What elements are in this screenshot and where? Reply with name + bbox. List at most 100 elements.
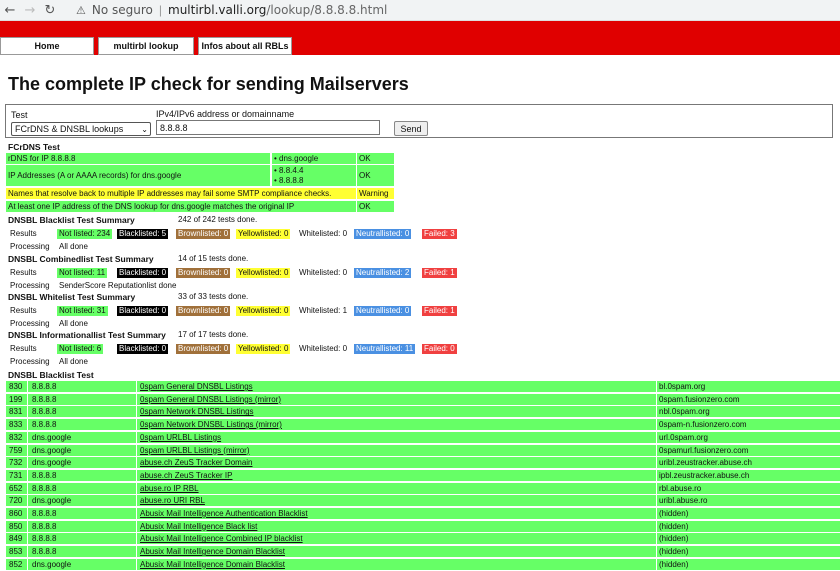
security-indicator[interactable]: ⚠ No seguro — [76, 3, 153, 17]
fcrdns-match-text: At least one IP address of the DNS looku… — [6, 201, 356, 212]
badge-failed: Failed: 1 — [422, 306, 457, 316]
url-host: multirbl.valli.org — [168, 3, 267, 17]
badge-yellowlisted: Yellowlisted: 0 — [236, 306, 291, 316]
row-query: 8.8.8.8 — [32, 521, 57, 531]
row-zone: ipbl.zeustracker.abuse.ch — [659, 470, 750, 480]
row-id: 199 — [9, 394, 23, 404]
column-divider — [656, 520, 657, 533]
table-row: 831 8.8.8.8 0spam Network DNSBL Listings nb… — [6, 406, 840, 419]
row-list-name-link[interactable]: abuse.ro IP RBL — [140, 483, 199, 495]
row-list-name-link[interactable]: abuse.ch ZeuS Tracker Domain — [140, 457, 253, 469]
row-zone: url.0spam.org — [659, 432, 708, 442]
row-list-name-link[interactable]: 0spam URLBL Listings — [140, 432, 221, 444]
column-divider — [136, 406, 137, 419]
row-list-name-link[interactable]: 0spam URLBL Listings (mirror) — [140, 445, 250, 457]
row-query: dns.google — [32, 458, 72, 468]
row-zone: nbl.0spam.org — [659, 407, 710, 417]
row-list-name-link[interactable]: 0spam General DNSBL Listings — [140, 381, 253, 393]
row-list-name-link[interactable]: Abusix Mail Intelligence Authentication … — [140, 508, 308, 520]
row-list-name-link[interactable]: 0spam General DNSBL Listings (mirror) — [140, 394, 281, 406]
column-divider — [136, 393, 137, 406]
column-divider — [27, 482, 28, 495]
badge-yellowlisted: Yellowlisted: 0 — [236, 268, 291, 278]
column-divider — [136, 558, 137, 571]
column-divider — [656, 533, 657, 546]
summary-results-label: Results — [10, 268, 37, 277]
column-divider — [136, 419, 137, 432]
send-button[interactable]: Send — [394, 121, 428, 136]
test-label: Test — [11, 110, 28, 120]
row-list-name-link[interactable]: Abusix Mail Intelligence Domain Blacklis… — [140, 546, 285, 558]
column-divider — [656, 546, 657, 559]
badge-whitelisted: Whitelisted: 1 — [297, 306, 350, 316]
badge-failed: Failed: 0 — [422, 344, 457, 354]
summary-title: DNSBL Informationallist Test Summary — [8, 330, 166, 340]
table-row: 833 8.8.8.8 0spam Network DNSBL Listings (… — [6, 419, 840, 432]
summary-results-label: Results — [10, 229, 37, 238]
summary-title: DNSBL Combinedlist Test Summary — [8, 254, 154, 264]
summary-results-label: Results — [10, 344, 37, 353]
row-id: 732 — [9, 458, 23, 468]
table-row: 720 dns.google abuse.ro URI RBL uribl.abuse… — [6, 495, 840, 508]
warning-triangle-icon: ⚠ — [76, 3, 86, 17]
column-divider — [136, 508, 137, 520]
row-list-name-link[interactable]: abuse.ro URI RBL — [140, 495, 205, 507]
page-title: The complete IP check for sending Mailse… — [8, 74, 409, 94]
badge-blacklisted: Blacklisted: 0 — [117, 268, 169, 278]
fcrdns-warning-result: Warning — [357, 188, 394, 199]
row-list-name-link[interactable]: Abusix Mail Intelligence Domain Blacklis… — [140, 559, 285, 571]
fcrdns-title: FCrDNS Test — [8, 142, 60, 152]
menu-multirbl-lookup[interactable]: multirbl lookup — [98, 37, 194, 55]
column-divider — [27, 520, 28, 533]
row-list-name-link[interactable]: abuse.ch ZeuS Tracker IP — [140, 470, 233, 482]
row-list-name-link[interactable]: 0spam Network DNSBL Listings (mirror) — [140, 419, 282, 431]
row-id: 831 — [9, 407, 23, 417]
reload-icon[interactable]: ↻ — [40, 3, 60, 18]
fcrdns-match-result: OK — [357, 201, 394, 212]
badge-not-listed: Not listed: 234 — [57, 229, 113, 239]
fcrdns-ip-result: OK — [357, 165, 394, 186]
fcrdns-ip-values: • 8.8.4.4 • 8.8.8.8 — [272, 165, 356, 186]
summary-processing-label: Processing — [10, 319, 50, 328]
test-select[interactable]: FCrDNS & DNSBL lookups ⌄ — [11, 122, 151, 136]
blacklist-table-title: DNSBL Blacklist Test — [8, 370, 94, 380]
column-divider — [656, 508, 657, 520]
row-list-name-link[interactable]: Abusix Mail Intelligence Combined IP bla… — [140, 533, 303, 545]
column-divider — [136, 482, 137, 495]
table-row: 732 dns.google abuse.ch ZeuS Tracker Domai… — [6, 457, 840, 470]
row-query: 8.8.8.8 — [32, 420, 57, 430]
summary-processing-value: All done — [59, 242, 88, 251]
row-id: 830 — [9, 382, 23, 391]
column-divider — [136, 546, 137, 559]
row-query: dns.google — [32, 496, 72, 506]
summary-done: 17 of 17 tests done. — [178, 330, 249, 339]
column-divider — [27, 469, 28, 482]
column-divider — [656, 457, 657, 470]
column-divider — [136, 381, 137, 393]
column-divider — [136, 469, 137, 482]
address-separator: | — [158, 3, 163, 17]
badge-neutrallisted: Neutrallisted: 11 — [354, 344, 416, 354]
badge-failed: Failed: 3 — [422, 229, 457, 239]
browser-toolbar: ← → ↻ ⚠ No seguro | multirbl.valli.org/l… — [0, 0, 840, 21]
row-query: 8.8.8.8 — [32, 407, 57, 417]
address-bar[interactable]: multirbl.valli.org/lookup/8.8.8.8.html — [168, 3, 387, 17]
column-divider — [27, 457, 28, 470]
row-query: 8.8.8.8 — [32, 382, 57, 391]
summary-done: 242 of 242 tests done. — [178, 215, 258, 224]
menu-infos-rbls[interactable]: Infos about all RBLs — [198, 37, 292, 55]
row-list-name-link[interactable]: 0spam Network DNSBL Listings — [140, 406, 254, 418]
menu-home[interactable]: Home — [0, 37, 94, 55]
row-query: dns.google — [32, 445, 72, 455]
row-list-name-link[interactable]: Abusix Mail Intelligence Black list — [140, 521, 257, 533]
summary-processing-label: Processing — [10, 357, 50, 366]
forward-arrow-icon[interactable]: → — [20, 3, 40, 18]
column-divider — [27, 406, 28, 419]
row-id: 860 — [9, 509, 23, 518]
row-zone: 0spamurl.fusionzero.com — [659, 445, 749, 455]
row-query: 8.8.8.8 — [32, 470, 57, 480]
badge-failed: Failed: 1 — [422, 268, 457, 278]
badge-not-listed: Not listed: 11 — [57, 268, 108, 278]
back-arrow-icon[interactable]: ← — [0, 3, 20, 18]
address-input[interactable]: 8.8.8.8 — [156, 120, 380, 135]
